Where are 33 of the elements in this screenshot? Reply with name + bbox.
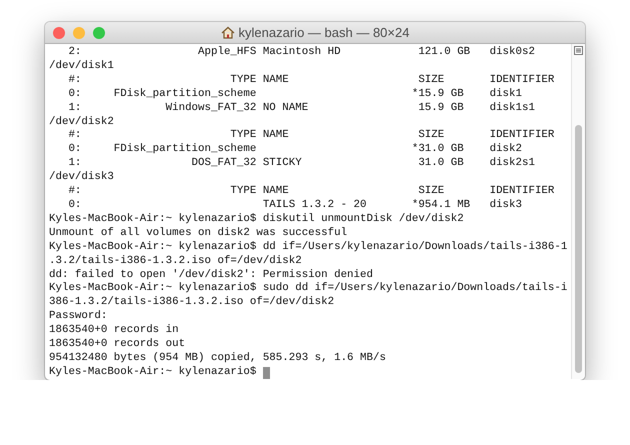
- terminal-line: 954132480 bytes (954 MB) copied, 585.293 s, 1.6 MB/s: [49, 352, 387, 366]
- terminal-line: 1863540+0 records out: [49, 338, 186, 352]
- prompt-text: Kyles-MacBook-Air:~ kylenazario$: [49, 366, 256, 380]
- terminal-line: /dev/disk1: [49, 60, 115, 74]
- terminal-line: /dev/disk3: [49, 171, 115, 186]
- terminal-line: 0: TAILS 1.3.2 - 20 *954.1 MB disk3: [67, 198, 523, 213]
- scrollbar-thumb[interactable]: [575, 125, 582, 373]
- window-title: kylenazario — bash — 80×24: [238, 24, 410, 42]
- terminal-line: Kyles-MacBook-Air:~ kylenazario$ sudo dd if=/Users/kylenazario/Downloads/tails-i: [49, 282, 568, 296]
- house-icon: [220, 26, 235, 39]
- terminal-line: 0: FDisk_partition_scheme *31.0 GB disk2: [67, 143, 523, 157]
- minimize-button[interactable]: [73, 27, 85, 39]
- terminal-line: #: TYPE NAME SIZE IDENTIFIER: [67, 185, 556, 199]
- terminal-line: /dev/disk2: [49, 116, 115, 130]
- terminal-line: 1: DOS_FAT_32 STICKY 31.0 GB disk2s1: [67, 157, 536, 171]
- terminal-line: .3.2/tails-i386-1.3.2.iso of=/dev/disk2: [49, 254, 303, 268]
- split-pane-icon[interactable]: [574, 46, 583, 55]
- terminal-line: #: TYPE NAME SIZE IDENTIFIER: [67, 74, 556, 88]
- terminal-line: 386-1.3.2/tails-i386-1.3.2.iso of=/dev/disk2: [49, 296, 336, 310]
- zoom-button[interactable]: [93, 27, 105, 39]
- terminal-line: Kyles-MacBook-Air:~ kylenazario$ dd if=/Users/kylenazario/Downloads/tails-i386-1: [49, 240, 568, 255]
- terminal-line: 1: Windows_FAT_32 NO NAME 15.9 GB disk1s1: [67, 102, 536, 116]
- terminal-line: Kyles-MacBook-Air:~ kylenazario$ diskutil unmountDisk /dev/disk2: [49, 212, 465, 227]
- terminal-line: #: TYPE NAME SIZE IDENTIFIER: [67, 129, 556, 143]
- text-cursor: [262, 366, 270, 379]
- terminal-line: Password:: [49, 310, 108, 324]
- terminal-line: Unmount of all volumes on disk2 was successful: [49, 226, 348, 241]
- terminal-line: 0: FDisk_partition_scheme *15.9 GB disk1: [67, 88, 523, 102]
- terminal-line: dd: failed to open '/dev/disk2': Permission denied: [49, 268, 374, 282]
- terminal-line: 2: Apple_HFS Macintosh HD 121.0 GB disk0s2: [67, 46, 536, 60]
- terminal-line: 1863540+0 records in: [49, 324, 180, 338]
- close-button[interactable]: [53, 27, 65, 39]
- scrollbar[interactable]: [571, 44, 585, 379]
